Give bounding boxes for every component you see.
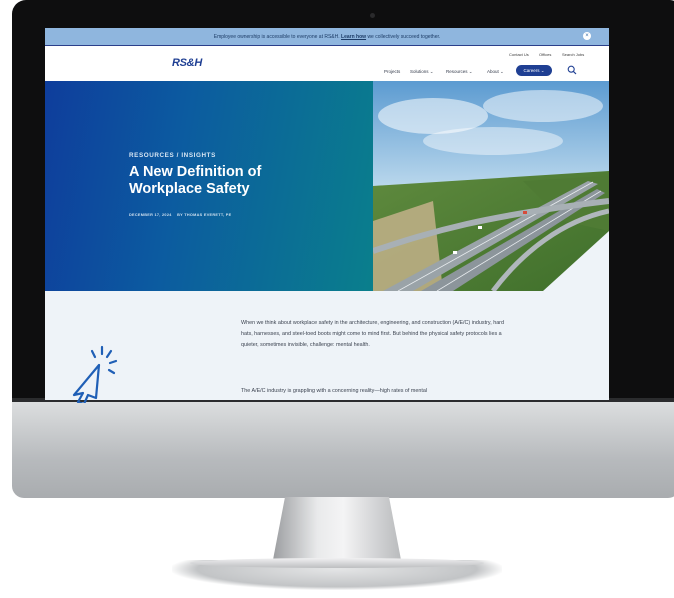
careers-label: Careers <box>523 68 540 73</box>
monitor-stand-base <box>190 558 484 568</box>
nav-item-resources[interactable]: Resources ⌄ <box>446 69 473 75</box>
chevron-down-icon: ⌄ <box>429 69 434 74</box>
page-title: A New Definition of Workplace Safety <box>129 164 262 197</box>
chevron-down-icon: ⌄ <box>500 69 504 74</box>
nav-item-label: Projects <box>384 69 401 74</box>
webcam <box>370 13 375 18</box>
banner-text-after: we collectively succeed together. <box>367 33 441 40</box>
nav-item-label: Solutions <box>410 69 429 74</box>
banner-learn-link[interactable]: Learn how <box>341 34 366 40</box>
author-name: BY THOMAS EVERETT, PE <box>177 213 232 217</box>
nav-item-solutions[interactable]: Solutions ⌄ <box>410 69 434 75</box>
monitor-stand-neck <box>272 497 402 565</box>
nav-item-projects[interactable]: Projects <box>384 69 400 74</box>
article-paragraph: The A/E/C industry is grappling with a c… <box>241 388 428 394</box>
close-icon[interactable]: × <box>583 32 591 40</box>
utility-link-contact[interactable]: Contact Us <box>509 52 529 57</box>
browser-screen: Employee ownership is accessible to ever… <box>45 28 609 400</box>
publish-date: DECEMBER 17, 2024 <box>129 213 172 217</box>
site-header: RS&H Contact Us Offices Search Jobs Proj… <box>45 45 609 82</box>
nav-item-about[interactable]: About ⌄ <box>487 69 504 75</box>
hero-byline: DECEMBER 17, 2024 BY THOMAS EVERETT, PE <box>129 213 231 217</box>
site-logo[interactable]: RS&H <box>172 57 202 69</box>
nav-item-label: About <box>487 69 499 74</box>
chevron-down-icon: ⌄ <box>468 69 473 74</box>
banner-message: Employee ownership is accessible to ever… <box>214 34 441 40</box>
utility-link-search-jobs[interactable]: Search Jobs <box>562 52 584 57</box>
announcement-banner: Employee ownership is accessible to ever… <box>45 28 609 45</box>
highway-interchange-image <box>373 81 609 291</box>
banner-text-before: Employee ownership is accessible to ever… <box>213 33 340 40</box>
hero-eyebrow[interactable]: RESOURCES / INSIGHTS <box>129 152 216 159</box>
chevron-down-icon: ⌄ <box>540 68 545 73</box>
monitor-chin <box>12 402 674 498</box>
article-paragraph: When we think about workplace safety in … <box>241 320 504 349</box>
utility-link-offices[interactable]: Offices <box>539 52 551 57</box>
search-icon[interactable] <box>567 65 577 75</box>
click-cursor-icon <box>72 345 118 403</box>
nav-item-label: Resources <box>446 69 468 74</box>
careers-button[interactable]: Careers ⌄ <box>516 65 552 76</box>
